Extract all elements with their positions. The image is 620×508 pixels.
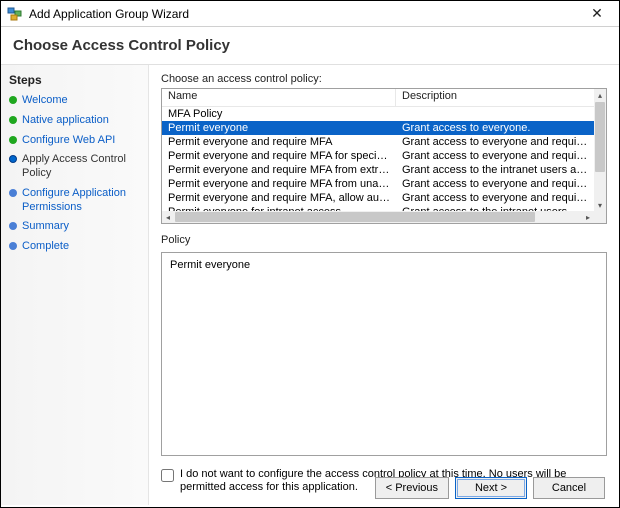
policy-name: Permit everyone and require MFA, allow a… — [162, 191, 396, 205]
scroll-thumb-h[interactable] — [175, 212, 535, 222]
step-label: Welcome — [22, 94, 68, 108]
policy-description: Grant access to everyone. — [396, 121, 594, 135]
step-item[interactable]: Summary — [9, 217, 148, 237]
step-label: Apply Access Control Policy — [22, 153, 144, 181]
step-bullet-icon — [9, 242, 17, 250]
scroll-thumb[interactable] — [595, 102, 605, 172]
scroll-right-icon[interactable]: ▸ — [582, 211, 594, 223]
step-bullet-icon — [9, 222, 17, 230]
policy-row[interactable]: Permit everyone and require MFA from una… — [162, 177, 594, 191]
policy-name: Permit everyone and require MFA from ext… — [162, 163, 396, 177]
previous-button[interactable]: < Previous — [375, 477, 449, 499]
policy-list-label: Choose an access control policy: — [161, 73, 607, 85]
scroll-corner — [594, 211, 606, 223]
step-item[interactable]: Welcome — [9, 91, 148, 111]
column-name[interactable]: Name — [162, 89, 396, 106]
policy-row[interactable]: Permit everyone and require MFA, allow a… — [162, 191, 594, 205]
steps-title: Steps — [9, 71, 148, 91]
step-label: Configure Web API — [22, 134, 115, 148]
page-heading: Choose Access Control Policy — [1, 27, 619, 64]
column-description[interactable]: Description — [396, 89, 594, 106]
cancel-button[interactable]: Cancel — [533, 477, 605, 499]
step-label: Complete — [22, 240, 69, 254]
main-panel: Choose an access control policy: Name De… — [149, 65, 619, 505]
step-bullet-icon — [9, 116, 17, 124]
step-label: Configure Application Permissions — [22, 187, 144, 215]
policy-description — [396, 107, 594, 121]
app-icon — [7, 6, 23, 22]
policy-row[interactable]: Permit everyoneGrant access to everyone. — [162, 121, 594, 135]
step-label: Summary — [22, 220, 69, 234]
step-bullet-icon — [9, 189, 17, 197]
policy-listbox[interactable]: Name Description MFA PolicyPermit everyo… — [161, 88, 607, 224]
policy-description: Grant access to everyone and require MFA… — [396, 191, 594, 205]
close-icon[interactable]: ✕ — [581, 2, 613, 26]
policy-description: Grant access to the intranet users and r… — [396, 163, 594, 177]
vertical-scrollbar[interactable]: ▴ ▾ — [594, 89, 606, 211]
step-bullet-icon — [9, 155, 17, 163]
step-label: Native application — [22, 114, 109, 128]
scroll-down-icon[interactable]: ▾ — [594, 199, 606, 211]
titlebar: Add Application Group Wizard ✕ — [1, 1, 619, 27]
next-button[interactable]: Next > — [455, 477, 527, 499]
scroll-track[interactable] — [594, 173, 606, 199]
step-item[interactable]: Complete — [9, 237, 148, 257]
policy-row[interactable]: Permit everyone and require MFA from ext… — [162, 163, 594, 177]
step-bullet-icon — [9, 96, 17, 104]
wizard-buttons: < Previous Next > Cancel — [375, 477, 605, 499]
policy-description: Grant access to everyone and require MFA… — [396, 135, 594, 149]
listbox-header[interactable]: Name Description — [162, 89, 594, 107]
steps-sidebar: Steps Welcome Native application Configure… — [1, 65, 149, 505]
policy-row[interactable]: Permit everyone and require MFAGrant acc… — [162, 135, 594, 149]
policy-name: Permit everyone and require MFA from una… — [162, 177, 396, 191]
policy-name: Permit everyone and require MFA — [162, 135, 396, 149]
window-title: Add Application Group Wizard — [29, 7, 581, 21]
step-bullet-icon — [9, 136, 17, 144]
opt-out-checkbox[interactable] — [161, 469, 174, 482]
scroll-left-icon[interactable]: ◂ — [162, 211, 174, 223]
policy-description: Grant access to everyone and require MFA… — [396, 177, 594, 191]
scroll-up-icon[interactable]: ▴ — [594, 89, 606, 101]
policy-row[interactable]: Permit everyone and require MFA for spec… — [162, 149, 594, 163]
policy-label: Policy — [161, 234, 607, 246]
scroll-track-h[interactable] — [536, 211, 582, 223]
policy-row[interactable]: MFA Policy — [162, 107, 594, 121]
policy-name: Permit everyone and require MFA for spec… — [162, 149, 396, 163]
policy-preview: Permit everyone — [161, 252, 607, 456]
policy-description: Grant access to everyone and require MFA… — [396, 149, 594, 163]
step-item[interactable]: Native application — [9, 111, 148, 131]
policy-name: MFA Policy — [162, 107, 396, 121]
step-item[interactable]: Apply Access Control Policy — [9, 150, 148, 184]
step-item[interactable]: Configure Web API — [9, 131, 148, 151]
policy-name: Permit everyone — [162, 121, 396, 135]
step-item[interactable]: Configure Application Permissions — [9, 184, 148, 218]
horizontal-scrollbar[interactable]: ◂ ▸ — [162, 211, 594, 223]
